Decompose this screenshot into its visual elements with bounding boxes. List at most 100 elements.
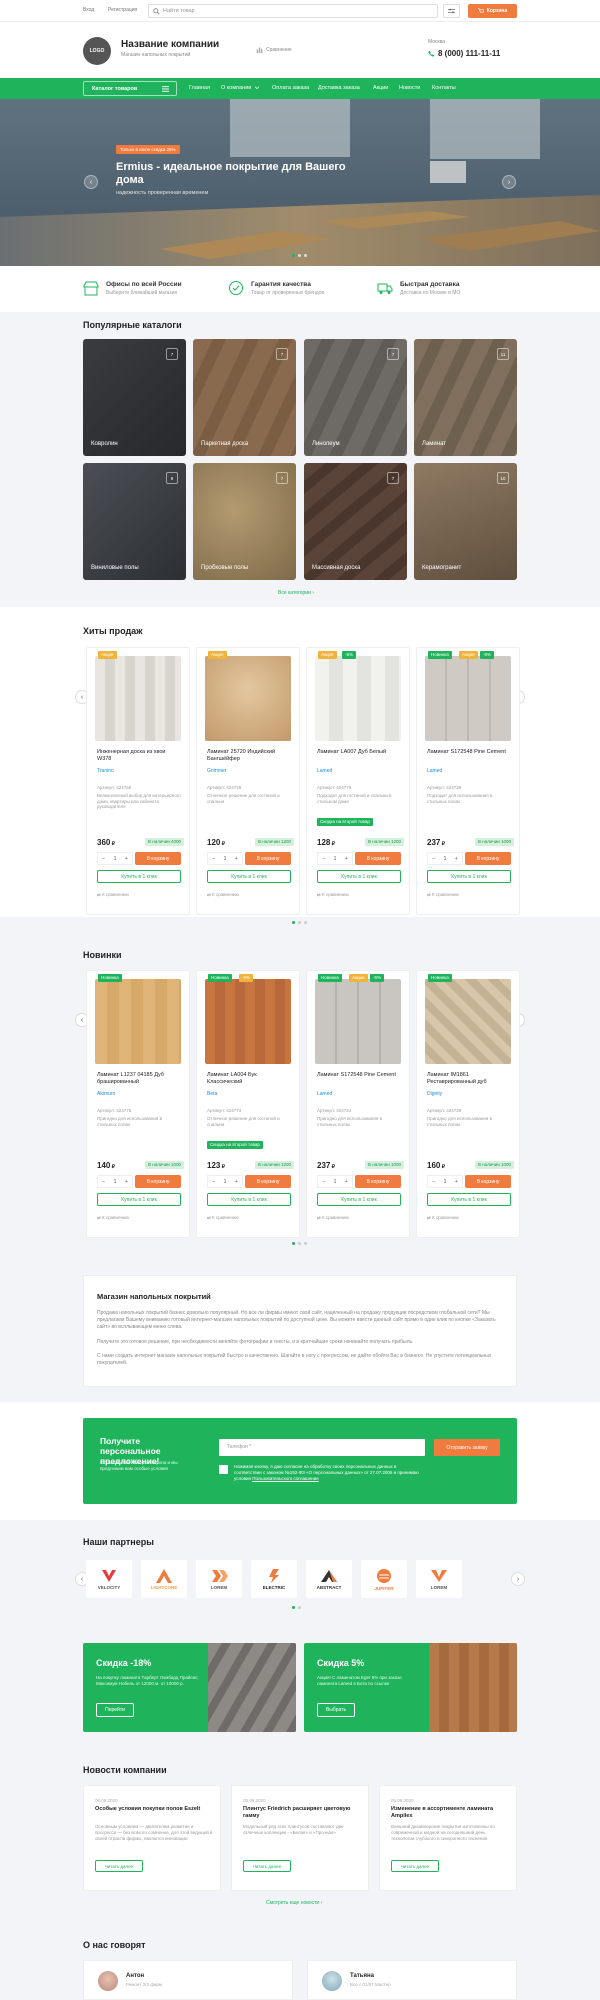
add-to-cart-button[interactable]: В корзину: [245, 852, 291, 865]
hero-dots[interactable]: [292, 254, 307, 257]
new-products-dots[interactable]: [292, 1242, 307, 1245]
product-card[interactable]: Новинка Акция -5% Ламинат S172548 Pine C…: [416, 647, 520, 915]
product-card[interactable]: Новинка Акция -5% Ламинат S172548 Pine C…: [306, 970, 410, 1238]
news-title[interactable]: Особые условия покупки полов Eszelt: [95, 1806, 213, 1813]
quantity-stepper[interactable]: −1 +: [427, 1175, 463, 1188]
product-image[interactable]: [425, 979, 511, 1064]
product-image[interactable]: [95, 979, 181, 1064]
compare-toggle[interactable]: ⇄ К сравнению: [97, 1215, 129, 1221]
nav-item-promotions[interactable]: Акции: [373, 85, 388, 91]
product-name[interactable]: Ламинат 25720 Индийский Бангшёйфер: [207, 749, 291, 763]
product-image[interactable]: [95, 656, 181, 741]
nav-item-news[interactable]: Новости: [399, 85, 420, 91]
compare-toggle[interactable]: ⇄ К сравнению: [427, 1215, 459, 1221]
compare-toggle[interactable]: ⇄ К сравнению: [97, 892, 129, 898]
compare-toggle[interactable]: ⇄ К сравнению: [427, 892, 459, 898]
product-image[interactable]: [315, 656, 401, 741]
add-to-cart-button[interactable]: В корзину: [355, 1175, 401, 1188]
buy-one-click-button[interactable]: Купить в 1 клик: [427, 870, 511, 883]
product-name[interactable]: Ламинат S172548 Pine Cement: [427, 749, 511, 756]
cart-button[interactable]: Корзина: [468, 4, 517, 18]
hero-next-arrow[interactable]: ›: [502, 175, 516, 189]
news-title[interactable]: Изменение в ассортименте ламината Ampile…: [391, 1806, 509, 1820]
quantity-stepper[interactable]: −1 +: [427, 852, 463, 865]
nav-item-home[interactable]: Главная: [189, 85, 210, 91]
product-image[interactable]: [205, 656, 291, 741]
quantity-stepper[interactable]: −1 +: [97, 1175, 133, 1188]
buy-one-click-button[interactable]: Купить в 1 клик: [207, 1193, 291, 1206]
product-card[interactable]: Новинка Ламинат L1237 04185 Дуб браширов…: [86, 970, 190, 1238]
product-brand[interactable]: Tranino: [97, 768, 114, 774]
buy-one-click-button[interactable]: Купить в 1 клик: [97, 870, 181, 883]
compare-toggle[interactable]: ⇄ К сравнению: [317, 1215, 349, 1221]
news-card[interactable]: 06.09.2020 Особые условия покупки полов …: [83, 1785, 221, 1891]
product-image[interactable]: [425, 656, 511, 741]
product-name[interactable]: Ламинат S172548 Pine Cement: [317, 1072, 401, 1079]
filter-button[interactable]: [443, 4, 460, 18]
search-input[interactable]: Найти товар: [148, 4, 438, 18]
phone-number[interactable]: 8 (000) 111-11-11: [428, 49, 500, 58]
phone-input[interactable]: Телефон *: [219, 1439, 425, 1456]
product-brand[interactable]: Dignity: [427, 1091, 442, 1097]
consent-checkbox[interactable]: [219, 1465, 228, 1474]
promo-button[interactable]: Перейти: [96, 1703, 134, 1717]
catalog-tile[interactable]: 7 Паркетная доска: [193, 339, 296, 456]
add-to-cart-button[interactable]: В корзину: [135, 852, 181, 865]
login-link[interactable]: Вход: [83, 7, 94, 13]
add-to-cart-button[interactable]: В корзину: [465, 852, 511, 865]
register-link[interactable]: Регистрация: [108, 7, 137, 13]
partner-logo[interactable]: LOREM: [416, 1560, 462, 1598]
partner-logo[interactable]: LIGHTCORE: [141, 1560, 187, 1598]
catalog-tile[interactable]: 7 Массивная доска: [304, 463, 407, 580]
product-brand[interactable]: Beta: [207, 1091, 217, 1097]
nav-item-about[interactable]: О компании: [221, 85, 251, 91]
nav-item-payment[interactable]: Оплата заказа: [272, 85, 309, 91]
add-to-cart-button[interactable]: В корзину: [245, 1175, 291, 1188]
product-brand[interactable]: Lamed: [427, 768, 442, 774]
news-card[interactable]: 05.09.2020 Плинтус Friedrich расширяет ц…: [231, 1785, 369, 1891]
nav-item-contacts[interactable]: Контакты: [432, 85, 456, 91]
hero-prev-arrow[interactable]: ‹: [84, 175, 98, 189]
compare-toggle[interactable]: ⇄ К сравнению: [317, 892, 349, 898]
promo-button[interactable]: Выбрать: [317, 1703, 355, 1717]
buy-one-click-button[interactable]: Купить в 1 клик: [427, 1193, 511, 1206]
partners-dots[interactable]: [292, 1606, 301, 1609]
all-categories-link[interactable]: Все категории ›: [278, 590, 314, 596]
quantity-stepper[interactable]: −1 +: [97, 852, 133, 865]
policy-link[interactable]: Пользовательского соглашения: [252, 1476, 318, 1481]
product-name[interactable]: Инженерная доска из хвои W378: [97, 749, 181, 763]
catalog-tile[interactable]: 10 Керамогранит: [414, 463, 517, 580]
buy-one-click-button[interactable]: Купить в 1 клик: [317, 1193, 401, 1206]
partner-logo[interactable]: VELOCITY: [86, 1560, 132, 1598]
product-name[interactable]: Ламинат LA004 Бук Классический: [207, 1072, 291, 1086]
add-to-cart-button[interactable]: В корзину: [135, 1175, 181, 1188]
logo[interactable]: LOGO: [83, 37, 111, 65]
partner-logo[interactable]: ELECTRIC: [251, 1560, 297, 1598]
product-name[interactable]: Ламинат LA007 Дуб Белый: [317, 749, 401, 756]
hits-dots[interactable]: [292, 921, 307, 924]
news-card[interactable]: 05.09.2020 Изменение в ассортименте лами…: [379, 1785, 517, 1891]
product-name[interactable]: Ламинат IM1861 Реставрированный дуб: [427, 1072, 511, 1086]
product-card[interactable]: Новинка Ламинат IM1861 Реставрированный …: [416, 970, 520, 1238]
buy-one-click-button[interactable]: Купить в 1 клик: [97, 1193, 181, 1206]
quantity-stepper[interactable]: −1 +: [207, 852, 243, 865]
buy-one-click-button[interactable]: Купить в 1 клик: [317, 870, 401, 883]
quantity-stepper[interactable]: −1 +: [317, 852, 353, 865]
compare-toggle[interactable]: ⇄ К сравнению: [207, 1215, 239, 1221]
read-more-button[interactable]: Читать далее: [391, 1860, 439, 1872]
partners-next-arrow[interactable]: ›: [511, 1572, 525, 1586]
quantity-stepper[interactable]: −1 +: [317, 1175, 353, 1188]
read-more-button[interactable]: Читать далее: [95, 1860, 143, 1872]
catalog-tile[interactable]: 7 Пробковые полы: [193, 463, 296, 580]
add-to-cart-button[interactable]: В корзину: [465, 1175, 511, 1188]
product-name[interactable]: Ламинат L1237 04185 Дуб брашированный: [97, 1072, 181, 1086]
news-title[interactable]: Плинтус Friedrich расширяет цветовую гам…: [243, 1806, 361, 1820]
nav-item-delivery[interactable]: Доставка заказа: [318, 85, 360, 91]
compare-toggle[interactable]: ⇄ К сравнению: [207, 892, 239, 898]
partner-logo[interactable]: JUPITER: [361, 1560, 407, 1598]
partner-logo[interactable]: ABSTRACT: [306, 1560, 352, 1598]
quantity-stepper[interactable]: −1 +: [207, 1175, 243, 1188]
catalog-button[interactable]: Каталог товаров: [83, 81, 177, 96]
product-brand[interactable]: Lamed: [317, 1091, 332, 1097]
product-card[interactable]: Акция Инженерная доска из хвои W378 Tran…: [86, 647, 190, 915]
